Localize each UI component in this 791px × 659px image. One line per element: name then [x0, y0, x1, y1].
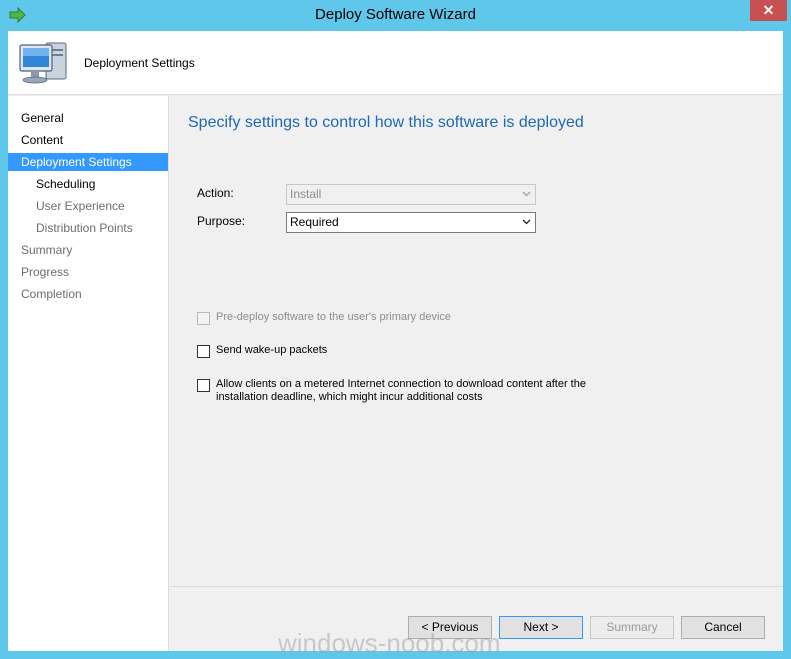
wizard-nav: General Content Deployment Settings Sche…: [8, 96, 169, 651]
metered-label-line1: Allow clients on a metered Internet conn…: [216, 378, 586, 390]
action-label: Action:: [197, 186, 234, 200]
purpose-label: Purpose:: [197, 214, 246, 228]
wakeup-label: Send wake-up packets: [216, 344, 328, 356]
chevron-down-icon: [522, 219, 531, 225]
action-select[interactable]: Install: [286, 184, 536, 205]
wizard-header: Deployment Settings: [8, 31, 783, 95]
summary-button[interactable]: Summary: [590, 616, 674, 639]
nav-item-summary[interactable]: Summary: [8, 241, 168, 259]
nav-item-progress[interactable]: Progress: [8, 263, 168, 281]
cancel-button[interactable]: Cancel: [681, 616, 765, 639]
window-title: Deploy Software Wizard: [315, 6, 476, 23]
wizard-client-area: Deployment Settings General Content Depl…: [8, 31, 783, 651]
watermark: windows-noob.com: [278, 628, 501, 658]
action-select-value: Install: [290, 187, 322, 201]
nav-item-user-experience[interactable]: User Experience: [8, 197, 168, 215]
nav-item-general[interactable]: General: [8, 109, 168, 127]
page-heading: Specify settings to control how this sof…: [188, 114, 584, 131]
metered-label: Allow clients on a metered Internet conn…: [216, 378, 586, 404]
predeploy-option: Pre-deploy software to the user's primar…: [197, 311, 451, 325]
content-pane: Specify settings to control how this sof…: [170, 96, 783, 586]
metered-option: Allow clients on a metered Internet conn…: [197, 378, 586, 404]
predeploy-checkbox[interactable]: [197, 312, 210, 325]
purpose-select-value: Required: [290, 215, 339, 229]
header-title: Deployment Settings: [84, 56, 195, 70]
computer-monitor-icon: [19, 42, 67, 84]
purpose-select[interactable]: Required: [286, 212, 536, 233]
next-button[interactable]: Next >: [499, 616, 583, 639]
nav-item-content[interactable]: Content: [8, 131, 168, 149]
nav-item-scheduling[interactable]: Scheduling: [8, 175, 168, 193]
close-button[interactable]: ✕: [750, 0, 787, 21]
wakeup-checkbox[interactable]: [197, 345, 210, 358]
nav-item-completion[interactable]: Completion: [8, 285, 168, 303]
chevron-down-icon: [522, 191, 531, 197]
nav-item-distribution-points[interactable]: Distribution Points: [8, 219, 168, 237]
title-bar[interactable]: Deploy Software Wizard ✕: [0, 0, 791, 31]
predeploy-label: Pre-deploy software to the user's primar…: [216, 311, 452, 323]
nav-item-deployment-settings[interactable]: Deployment Settings: [8, 153, 168, 171]
metered-checkbox[interactable]: [197, 379, 210, 392]
wakeup-option: Send wake-up packets: [197, 344, 327, 358]
wizard-window: Deploy Software Wizard ✕ Deployment Sett…: [0, 0, 791, 659]
metered-label-line2: installation deadline, which might incur…: [216, 391, 483, 403]
